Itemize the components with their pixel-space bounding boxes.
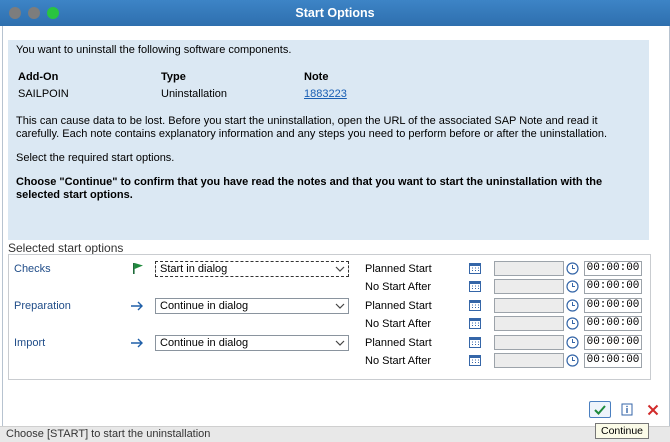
planned-start-time-field[interactable]: 00:00:00: [584, 335, 642, 350]
preparation-mode-select[interactable]: Continue in dialog: [155, 298, 349, 314]
window-title: Start Options: [295, 6, 375, 20]
calendar-icon[interactable]: [469, 354, 481, 366]
calendar-icon[interactable]: [469, 280, 481, 292]
planned-start-date-field[interactable]: [494, 335, 564, 350]
clock-icon[interactable]: [566, 262, 579, 275]
calendar-icon[interactable]: [469, 336, 481, 348]
calendar-icon[interactable]: [469, 262, 481, 274]
select-instruction: Select the required start options.: [16, 152, 175, 164]
flag-icon: [133, 263, 143, 274]
status-bar: Choose [START] to start the uninstallati…: [0, 426, 670, 442]
planned-start-time-field[interactable]: 00:00:00: [584, 298, 642, 313]
import-label: Import: [14, 337, 46, 349]
continue-tooltip: Continue: [595, 423, 649, 439]
planned-start-label: Planned Start: [365, 300, 432, 312]
status-text: Choose [START] to start the uninstallati…: [6, 428, 211, 440]
title-bar: Start Options: [0, 0, 670, 26]
clock-icon[interactable]: [566, 354, 579, 367]
calendar-icon[interactable]: [469, 299, 481, 311]
planned-start-label: Planned Start: [365, 337, 432, 349]
planned-start-date-field[interactable]: [494, 261, 564, 276]
no-start-after-label: No Start After: [365, 281, 432, 293]
clock-icon[interactable]: [566, 336, 579, 349]
planned-start-time-field[interactable]: 00:00:00: [584, 261, 642, 276]
sap-note-link[interactable]: 1883223: [304, 88, 347, 100]
confirm-line-2: selected start options.: [16, 189, 133, 201]
chevron-down-icon: [335, 266, 345, 272]
continue-button[interactable]: [589, 401, 611, 418]
no-start-after-label: No Start After: [365, 318, 432, 330]
no-start-after-date-field[interactable]: [494, 353, 564, 368]
warning-line-1: This can cause data to be lost. Before y…: [16, 115, 598, 127]
confirm-line-1: Choose "Continue" to confirm that you ha…: [16, 176, 603, 188]
addon-header: Add-On: [18, 71, 59, 83]
no-start-after-time-field[interactable]: 00:00:00: [584, 353, 642, 368]
chevron-down-icon: [335, 340, 345, 346]
planned-start-date-field[interactable]: [494, 298, 564, 313]
no-start-after-date-field[interactable]: [494, 279, 564, 294]
no-start-after-label: No Start After: [365, 355, 432, 367]
no-start-after-time-field[interactable]: 00:00:00: [584, 279, 642, 294]
chevron-down-icon: [335, 303, 345, 309]
clock-icon[interactable]: [566, 317, 579, 330]
import-mode-value: Continue in dialog: [160, 337, 249, 349]
info-panel: [8, 40, 649, 240]
checks-mode-select[interactable]: Start in dialog: [155, 261, 349, 277]
intro-text: You want to uninstall the following soft…: [16, 44, 292, 56]
calendar-icon[interactable]: [469, 317, 481, 329]
clock-icon[interactable]: [566, 299, 579, 312]
planned-start-label: Planned Start: [365, 263, 432, 275]
note-header: Note: [304, 71, 329, 83]
import-mode-select[interactable]: Continue in dialog: [155, 335, 349, 351]
arrow-right-icon: [131, 338, 143, 348]
cancel-icon[interactable]: [647, 404, 659, 416]
warning-line-2: carefully. Each note contains explanator…: [16, 128, 608, 140]
type-header: Type: [161, 71, 186, 83]
preparation-mode-value: Continue in dialog: [160, 300, 249, 312]
no-start-after-time-field[interactable]: 00:00:00: [584, 316, 642, 331]
preparation-label: Preparation: [14, 300, 71, 312]
info-icon[interactable]: [621, 403, 633, 416]
no-start-after-date-field[interactable]: [494, 316, 564, 331]
checkmark-icon: [594, 405, 606, 415]
addon-value: SAILPOIN: [18, 88, 69, 100]
arrow-right-icon: [131, 301, 143, 311]
checks-label: Checks: [14, 263, 51, 275]
checks-mode-value: Start in dialog: [160, 263, 228, 275]
type-value: Uninstallation: [161, 88, 228, 100]
clock-icon[interactable]: [566, 280, 579, 293]
section-title: Selected start options: [8, 241, 124, 255]
